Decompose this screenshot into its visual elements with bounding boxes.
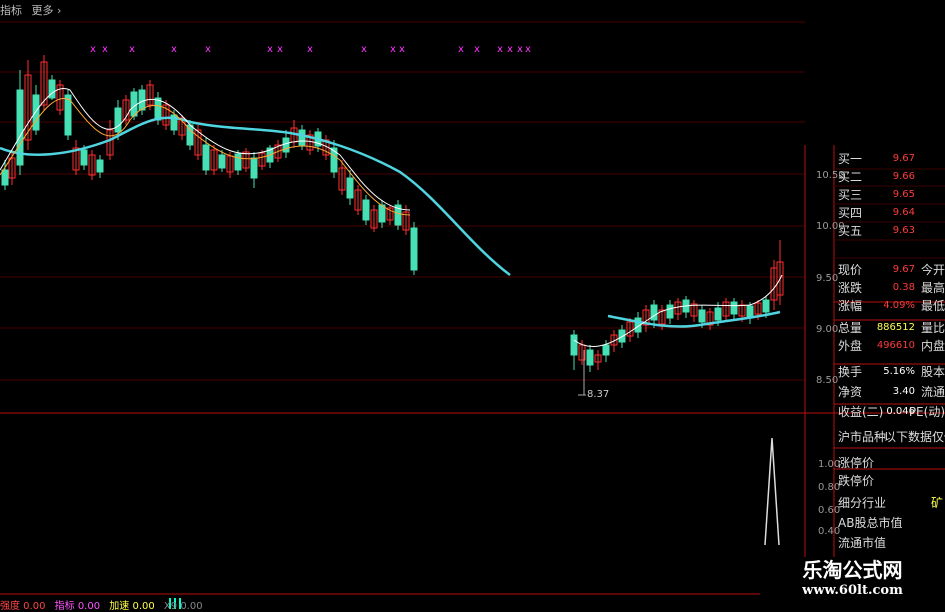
signal-marker: x bbox=[507, 44, 513, 55]
info-note: 以下数据仅供 bbox=[884, 430, 945, 444]
candle-body bbox=[1, 169, 9, 186]
signal-marker: x bbox=[277, 44, 283, 55]
candle-body bbox=[762, 299, 770, 313]
candle-body bbox=[130, 91, 138, 117]
signal-marker: x bbox=[390, 44, 396, 55]
stat-row: 换手 5.16% 股本 bbox=[838, 365, 945, 379]
signal-marker: x bbox=[458, 44, 464, 55]
candle-body bbox=[282, 137, 290, 153]
price-tick: 9.50 bbox=[816, 273, 839, 284]
candle-body bbox=[362, 199, 370, 221]
indicator-spike bbox=[764, 437, 780, 546]
bid-row: 买一 9.67 bbox=[838, 152, 915, 166]
candle-body bbox=[298, 129, 306, 146]
stat-row: 净资 3.40 流通 bbox=[838, 385, 945, 399]
info-title-row: 沪市品种 以下数据仅供 bbox=[836, 428, 945, 446]
info-row: 涨停价 bbox=[838, 456, 875, 470]
signal-marker: x bbox=[399, 44, 405, 55]
stat-row: 涨跌 0.38 最高 bbox=[838, 281, 945, 295]
stat-row: 现价 9.67 今开 bbox=[838, 263, 945, 277]
signal-marker: x bbox=[497, 44, 503, 55]
indicator-legend: 强度 0.00 指标 0.00 加速 0.00 X9 0.00 bbox=[0, 597, 209, 612]
signal-marker: x bbox=[171, 44, 177, 55]
stat-row: 总量 886512 量比 bbox=[838, 321, 945, 335]
price-tick: 9.00 bbox=[816, 324, 839, 335]
candle-body bbox=[202, 144, 210, 171]
bid-row: 买三 9.65 bbox=[838, 188, 915, 202]
signal-marker: x bbox=[474, 44, 480, 55]
signal-marker: x bbox=[102, 44, 108, 55]
legend-item: 强度 0.00 bbox=[0, 601, 46, 612]
candle-body bbox=[698, 309, 706, 323]
legend-item: 指标 0.00 bbox=[54, 601, 101, 612]
signal-marker: x bbox=[129, 44, 135, 55]
signal-marker: x bbox=[307, 44, 313, 55]
chart-header: 指标 更多 › bbox=[0, 2, 67, 18]
candle-body bbox=[234, 153, 242, 171]
candle-body bbox=[666, 304, 674, 319]
bid-row: 买二 9.66 bbox=[838, 170, 915, 184]
candle-body bbox=[114, 107, 122, 133]
stat-row: 涨幅 4.09% 最低 bbox=[838, 299, 945, 313]
candle-body bbox=[346, 177, 354, 199]
signal-marker: x bbox=[361, 44, 367, 55]
info-title: 沪市品种 bbox=[838, 430, 887, 444]
candle-body bbox=[32, 94, 40, 131]
industry-value: 矿 bbox=[930, 496, 943, 510]
more-button[interactable]: 更多 › bbox=[32, 4, 62, 17]
candle-body bbox=[730, 301, 738, 315]
candle-body bbox=[714, 307, 722, 321]
candle-body bbox=[218, 154, 226, 169]
legend-item: X9 0.00 bbox=[163, 601, 203, 612]
watermark: 乐淘公式网 www.60lt.com bbox=[760, 557, 945, 609]
candle-body bbox=[650, 304, 658, 321]
bid-row: 买四 9.64 bbox=[838, 206, 915, 220]
candle-body bbox=[410, 227, 418, 271]
candle-body bbox=[330, 147, 338, 173]
candle-body bbox=[570, 334, 578, 356]
info-row: 细分行业矿 bbox=[838, 496, 943, 510]
info-row: 跌停价 bbox=[838, 474, 875, 488]
low-price-marker: 8.37 bbox=[587, 389, 610, 400]
watermark-url: www.60lt.com bbox=[802, 583, 903, 598]
candle-body bbox=[250, 157, 258, 179]
info-row: 流通市值 bbox=[838, 536, 887, 550]
kline-chart[interactable]: xxxxxxxxxxxxxxxxx bbox=[0, 0, 945, 609]
candle-body bbox=[80, 149, 88, 166]
candle-body bbox=[64, 94, 72, 136]
watermark-title: 乐淘公式网 bbox=[802, 558, 903, 582]
tab-indicator[interactable]: 指标 bbox=[0, 4, 22, 17]
signal-marker: x bbox=[267, 44, 273, 55]
candle-body bbox=[96, 159, 104, 173]
stat-row: 收益(二) 0.046 PE(动) bbox=[838, 405, 945, 419]
bid-row: 买五 9.63 bbox=[838, 224, 915, 238]
candle-body bbox=[154, 97, 162, 121]
price-tick: 8.50 bbox=[816, 375, 839, 386]
signal-marker: x bbox=[517, 44, 523, 55]
stat-row: 外盘 496610 内盘 bbox=[838, 339, 945, 353]
candle-body bbox=[586, 349, 594, 366]
signal-marker: x bbox=[90, 44, 96, 55]
signal-marker: x bbox=[525, 44, 531, 55]
candle-body bbox=[138, 89, 146, 111]
signal-marker: x bbox=[205, 44, 211, 55]
info-row: AB股总市值 bbox=[838, 516, 903, 530]
candle-body bbox=[602, 344, 610, 356]
legend-item: 加速 0.00 bbox=[109, 601, 155, 612]
